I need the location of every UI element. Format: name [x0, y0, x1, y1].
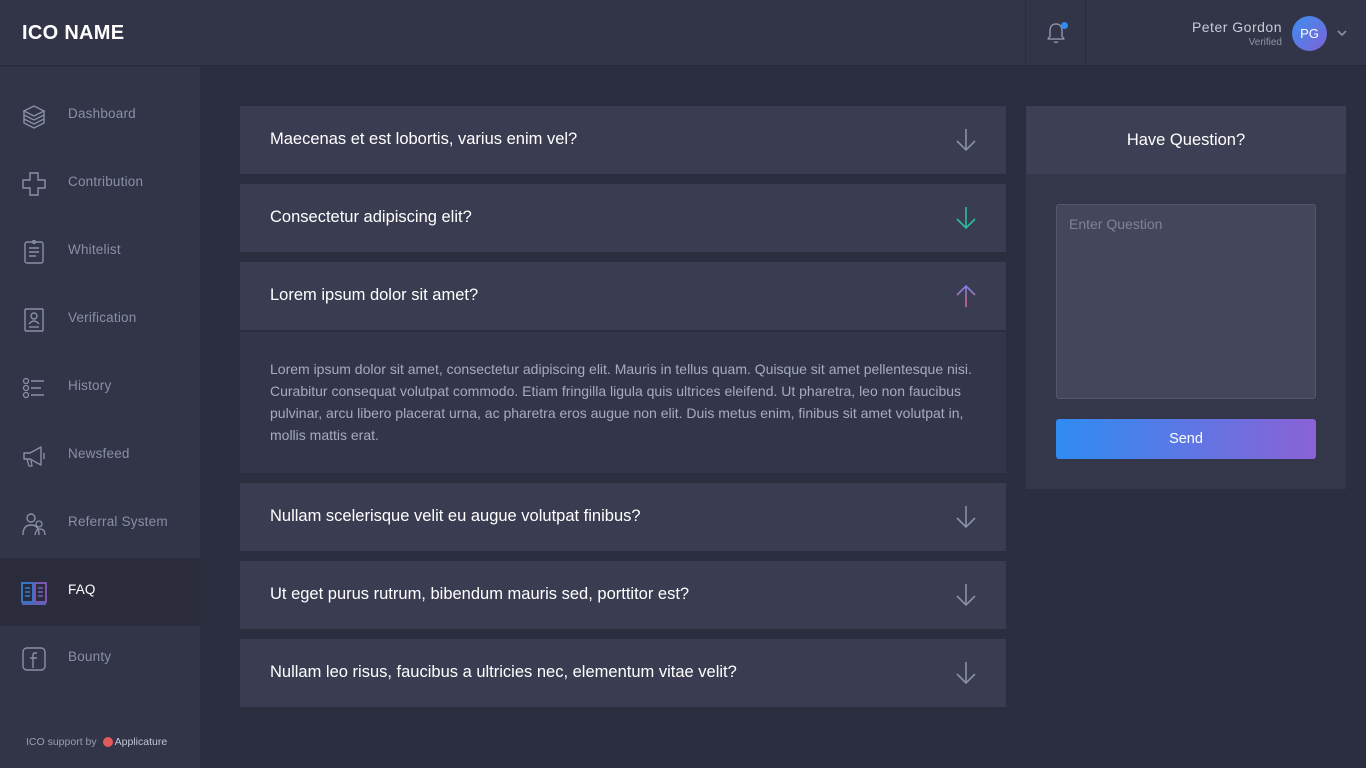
sidebar-item-newsfeed[interactable]: Newsfeed	[0, 422, 200, 490]
faq-answer: Lorem ipsum dolor sit amet, consectetur …	[240, 332, 1006, 473]
support-brand[interactable]: Applicature	[115, 736, 168, 748]
faq-question: Maecenas et est lobortis, varius enim ve…	[270, 130, 578, 148]
applicature-logo-icon	[102, 737, 113, 747]
faq-question: Nullam scelerisque velit eu augue volutp…	[270, 507, 641, 525]
sidebar-item-dashboard[interactable]: Dashboard	[0, 82, 200, 150]
faq-question: Lorem ipsum dolor sit amet?	[270, 286, 479, 304]
whitelist-list-icon	[24, 239, 44, 264]
send-button[interactable]: Send	[1056, 419, 1316, 459]
sidebar-item-faq[interactable]: FAQ	[0, 558, 200, 626]
avatar[interactable]: PG	[1292, 16, 1327, 51]
sidebar-item-label: Contribution	[68, 174, 144, 189]
top-bar: ICO NAME Peter Gordon Verified PG	[0, 0, 1366, 66]
faq-answer-text: Lorem ipsum dolor sit amet, consectetur …	[270, 361, 972, 443]
sidebar-item-label: Newsfeed	[68, 446, 130, 461]
question-panel: Have Question? Send	[1026, 106, 1346, 489]
sidebar: Dashboard Contribution Whitelist Verific…	[0, 67, 200, 768]
sidebar-item-label: Bounty	[68, 649, 112, 664]
megaphone-icon	[23, 446, 45, 467]
app-logo[interactable]: ICO NAME	[22, 22, 124, 45]
sidebar-item-history[interactable]: History	[0, 354, 200, 422]
notification-dot	[1061, 22, 1068, 29]
faq-question: Ut eget purus rutrum, bibendum mauris se…	[270, 585, 690, 603]
faq-item-expanded[interactable]: Lorem ipsum dolor sit amet?	[240, 262, 1006, 330]
sidebar-item-label: FAQ	[68, 582, 96, 597]
sidebar-item-verification[interactable]: Verification	[0, 286, 200, 354]
arrow-down-icon[interactable]	[954, 582, 978, 608]
history-list-icon	[22, 377, 44, 399]
question-panel-header: Have Question?	[1026, 106, 1346, 174]
arrow-up-icon[interactable]	[954, 283, 978, 309]
users-icon	[22, 513, 46, 536]
user-status: Verified	[1248, 37, 1282, 48]
question-panel-title: Have Question?	[1126, 131, 1246, 149]
faq-item[interactable]: Consectetur adipiscing elit?	[240, 184, 1006, 252]
sidebar-item-bounty[interactable]: Bounty	[0, 625, 200, 693]
user-name[interactable]: Peter Gordon	[1192, 19, 1282, 35]
sidebar-item-referral-system[interactable]: Referral System	[0, 490, 200, 558]
faq-item[interactable]: Nullam scelerisque velit eu augue volutp…	[240, 483, 1006, 551]
faq-item[interactable]: Nullam leo risus, faucibus a ultricies n…	[240, 639, 1006, 707]
contribution-plus-icon	[22, 172, 46, 196]
faq-question: Consectetur adipiscing elit?	[270, 208, 472, 226]
arrow-down-icon[interactable]	[954, 660, 978, 686]
sidebar-item-label: Whitelist	[68, 242, 121, 257]
arrow-down-icon[interactable]	[954, 205, 978, 231]
sidebar-item-contribution[interactable]: Contribution	[0, 150, 200, 218]
question-input[interactable]	[1056, 204, 1316, 399]
notifications-button[interactable]	[1025, 0, 1086, 66]
sidebar-item-label: History	[68, 378, 112, 393]
verification-id-icon	[24, 308, 44, 332]
book-icon	[21, 582, 47, 605]
arrow-down-icon[interactable]	[954, 504, 978, 530]
faq-question: Nullam leo risus, faucibus a ultricies n…	[270, 663, 737, 681]
support-text: ICO support by	[26, 736, 97, 748]
sidebar-item-label: Referral System	[68, 514, 168, 529]
faq-item[interactable]: Maecenas et est lobortis, varius enim ve…	[240, 106, 1006, 174]
dashboard-stack-icon	[22, 105, 46, 129]
chevron-down-icon[interactable]	[1336, 28, 1348, 38]
facebook-icon	[22, 647, 46, 671]
arrow-down-icon[interactable]	[954, 127, 978, 153]
support-credit: ICO support by Applicature	[26, 736, 167, 748]
faq-item[interactable]: Ut eget purus rutrum, bibendum mauris se…	[240, 561, 1006, 629]
sidebar-item-label: Verification	[68, 310, 137, 325]
sidebar-item-label: Dashboard	[68, 106, 136, 121]
sidebar-item-whitelist[interactable]: Whitelist	[0, 218, 200, 286]
